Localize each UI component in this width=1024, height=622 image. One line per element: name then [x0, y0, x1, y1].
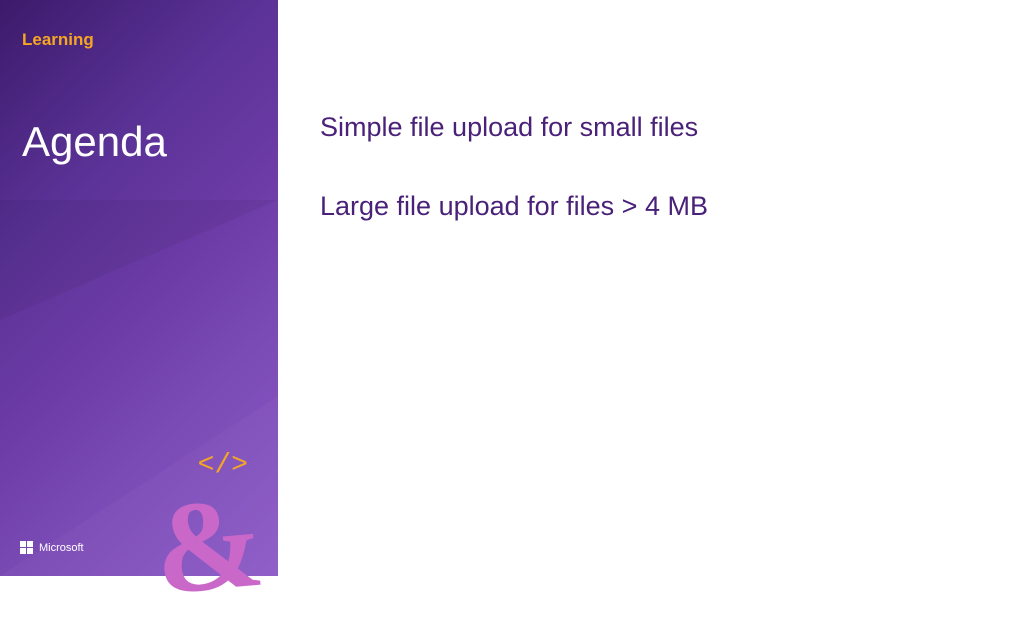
learning-label: Learning [22, 30, 94, 50]
agenda-bullet: Simple file upload for small files [320, 112, 1024, 143]
main-content: Simple file upload for small files Large… [278, 0, 1024, 576]
microsoft-logo: Microsoft [20, 541, 84, 554]
microsoft-squares-icon [20, 541, 33, 554]
sidebar-panel: Learning Agenda </> & Microsoft [0, 0, 278, 576]
microsoft-brand-text: Microsoft [39, 542, 84, 554]
agenda-title: Agenda [22, 118, 167, 166]
agenda-bullet: Large file upload for files > 4 MB [320, 191, 1024, 222]
ampersand-graphic: & [150, 477, 269, 616]
decorative-triangle [0, 200, 278, 320]
